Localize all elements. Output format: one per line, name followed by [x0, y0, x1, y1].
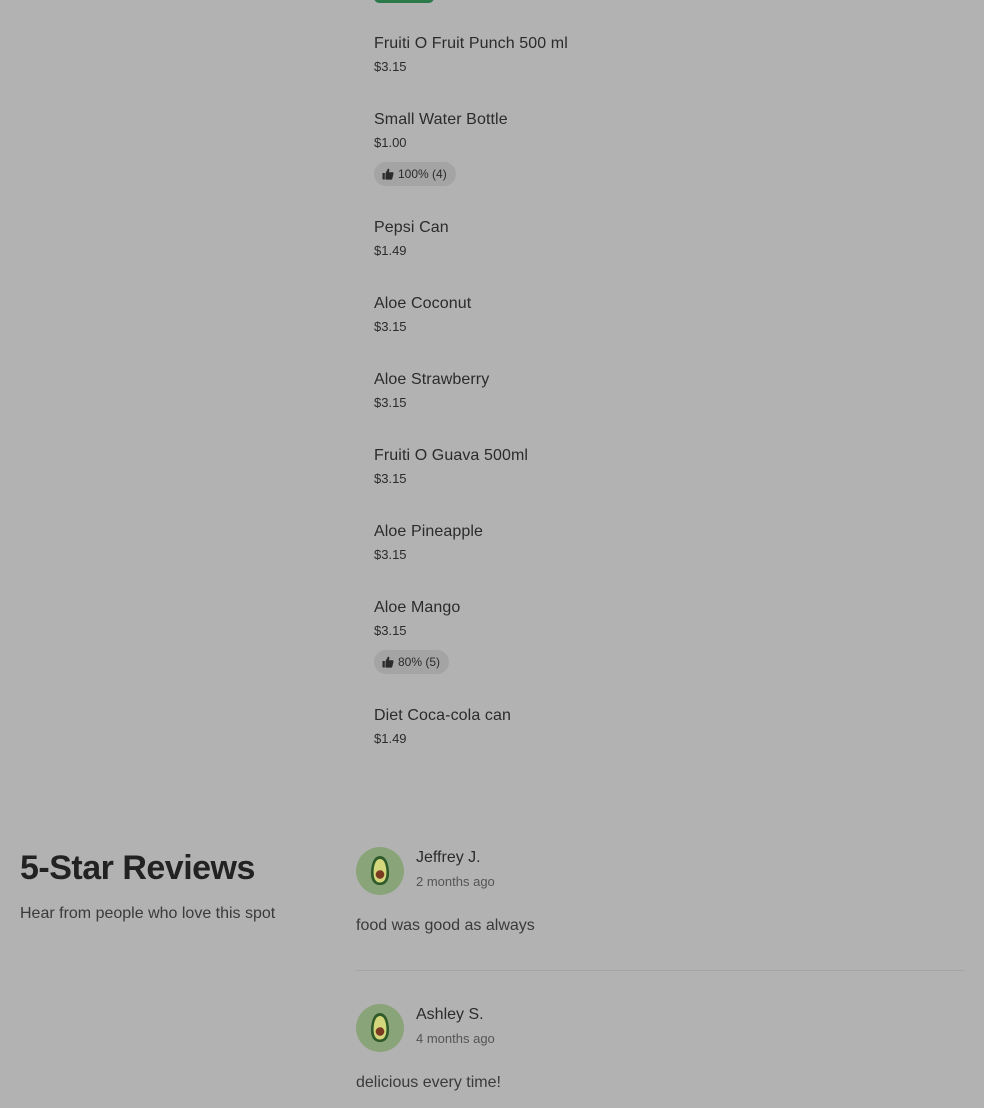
rating-badge: 80% (5) — [374, 650, 450, 674]
menu-item-price: $3.15 — [374, 471, 407, 486]
reviews-subheading: Hear from people who love this spot — [20, 905, 276, 922]
reviews-heading: 5-Star Reviews — [20, 849, 255, 887]
avocado-icon — [370, 1013, 390, 1042]
thumbs-up-icon — [382, 656, 394, 668]
review-text: delicious every time! — [356, 1074, 501, 1091]
menu-item-name: Diet Coca-cola can — [374, 707, 511, 724]
menu-item-price: $3.15 — [374, 395, 407, 410]
rating-text: 80% (5) — [398, 655, 441, 669]
rating-badge: 100% (4) — [374, 162, 456, 186]
menu-item-name: Small Water Bottle — [374, 111, 508, 128]
store-page: Fruiti O Fruit Punch 500 ml $3.15 Small … — [0, 0, 984, 1108]
selected-category-pill[interactable] — [374, 0, 434, 3]
menu-item-price: $3.15 — [374, 319, 407, 334]
menu-item-price: $1.00 — [374, 135, 407, 150]
menu-item-price: $3.15 — [374, 547, 407, 562]
menu-item[interactable]: Aloe Mango $3.15 80% (5) — [374, 598, 934, 674]
thumbs-up-icon — [382, 168, 394, 180]
menu-item[interactable]: Fruiti O Guava 500ml $3.15 — [374, 446, 934, 487]
reviewer-name: Ashley S. — [416, 1006, 484, 1023]
menu-item-name: Pepsi Can — [374, 219, 449, 236]
review-divider — [356, 970, 964, 971]
menu-item[interactable]: Diet Coca-cola can $1.49 — [374, 706, 934, 747]
menu-item[interactable]: Small Water Bottle $1.00 100% (4) — [374, 110, 934, 186]
review-time: 2 months ago — [416, 874, 495, 889]
avocado-icon — [370, 856, 390, 885]
menu-item-name: Aloe Pineapple — [374, 523, 484, 540]
review-time: 4 months ago — [416, 1031, 495, 1046]
rating-text: 100% (4) — [398, 167, 447, 181]
menu-item-name: Fruiti O Guava 500ml — [374, 447, 529, 464]
menu-item-price: $3.15 — [374, 59, 407, 74]
review-text: food was good as always — [356, 917, 535, 934]
menu-item[interactable]: Aloe Pineapple $3.15 — [374, 522, 934, 563]
menu-item-name: Aloe Mango — [374, 599, 461, 616]
menu-item-price: $3.15 — [374, 623, 407, 638]
menu-item-name: Aloe Coconut — [374, 295, 472, 312]
avatar — [356, 847, 404, 895]
menu-item-name: Aloe Strawberry — [374, 371, 490, 388]
menu-item-price: $1.49 — [374, 243, 407, 258]
menu-item[interactable]: Fruiti O Fruit Punch 500 ml $3.15 — [374, 34, 934, 75]
menu-item-name: Fruiti O Fruit Punch 500 ml — [374, 35, 568, 52]
menu-item[interactable]: Pepsi Can $1.49 — [374, 218, 934, 259]
avatar — [356, 1004, 404, 1052]
menu-item[interactable]: Aloe Strawberry $3.15 — [374, 370, 934, 411]
reviewer-name: Jeffrey J. — [416, 849, 481, 866]
menu-item[interactable]: Aloe Coconut $3.15 — [374, 294, 934, 335]
menu-item-price: $1.49 — [374, 731, 407, 746]
